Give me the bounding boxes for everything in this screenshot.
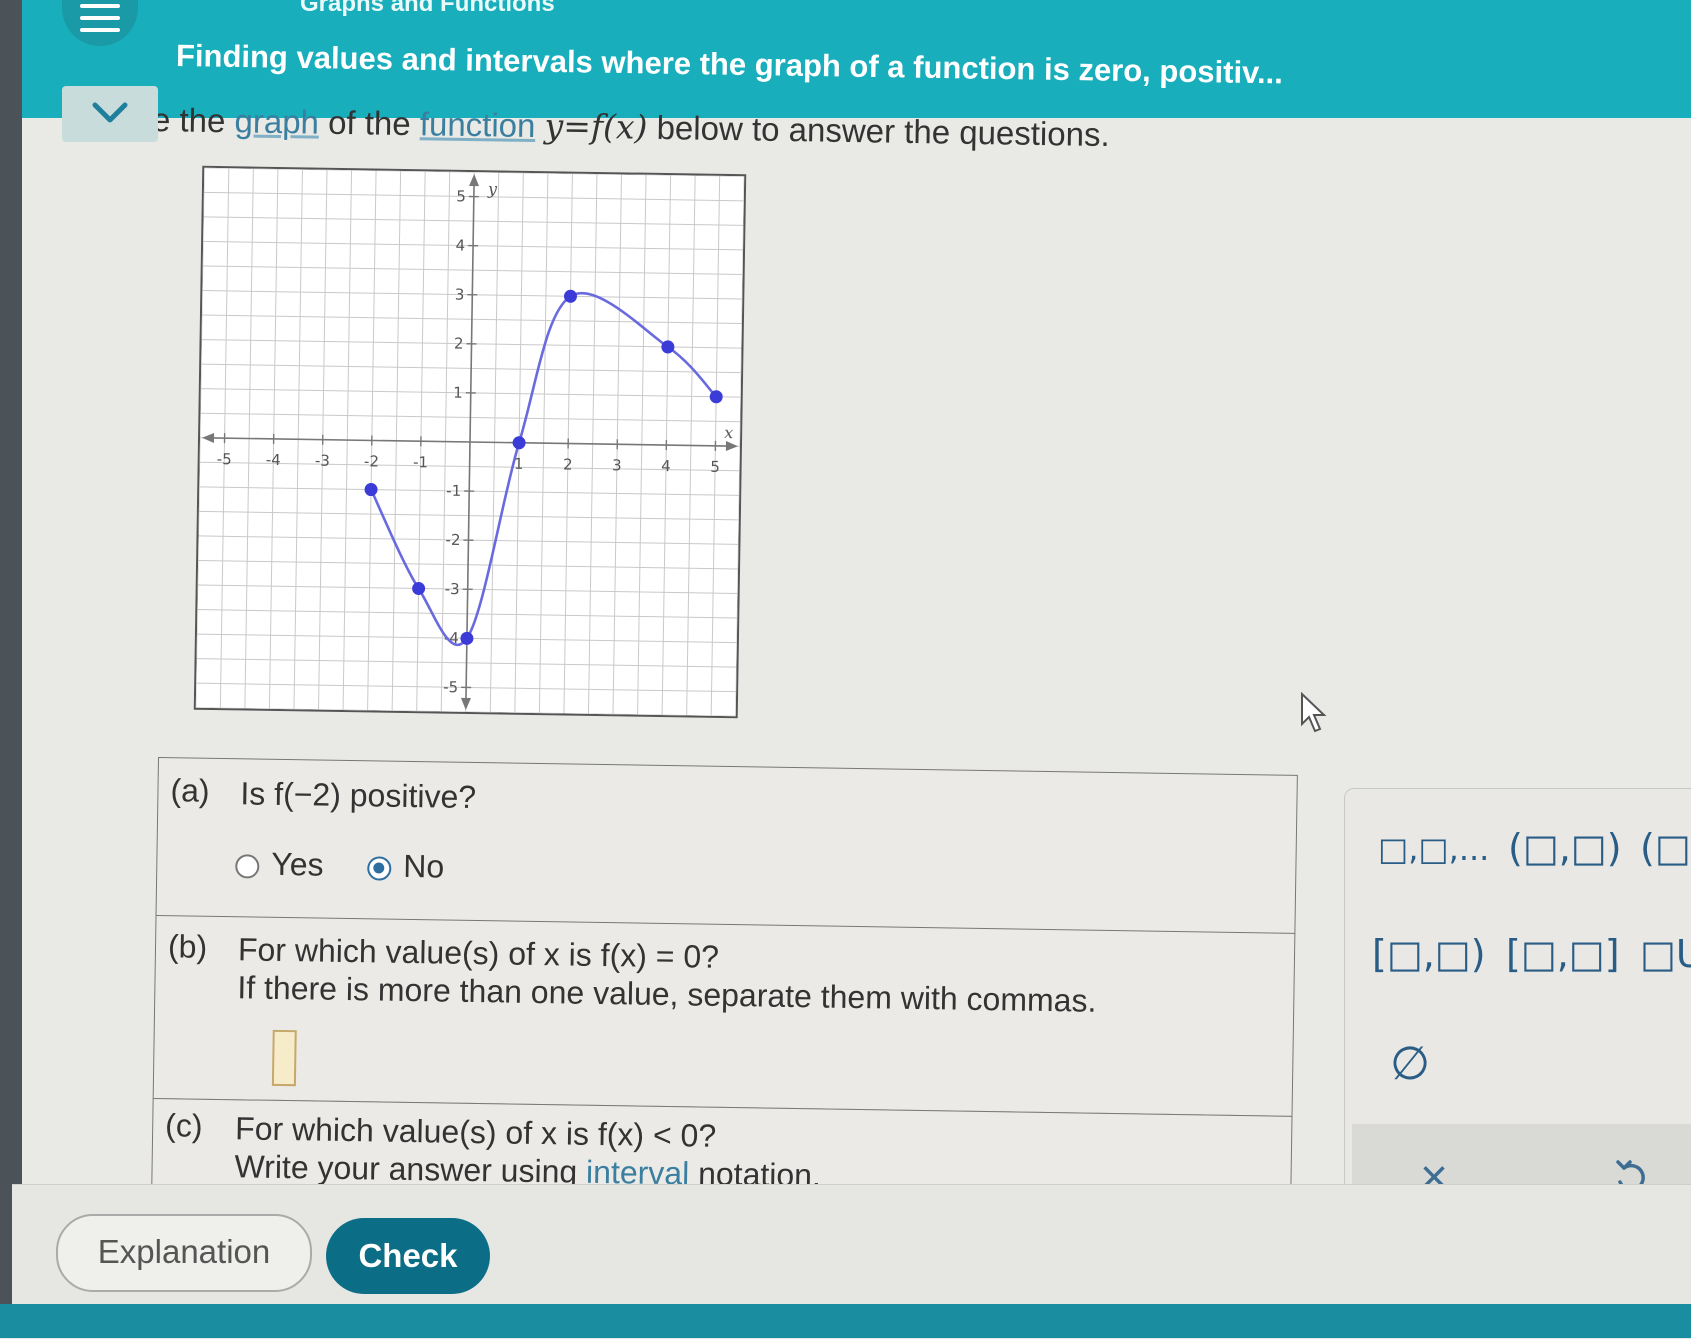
palette-open-interval-button[interactable]: (□,□): [1508, 826, 1622, 870]
y-tick-label: -3: [445, 580, 460, 598]
question-b: (b) For which value(s) of x is f(x) = 0?…: [153, 915, 1296, 1117]
y-axis-arrow-down: [461, 698, 471, 710]
bottom-strip: [0, 1304, 1691, 1338]
check-button[interactable]: Check: [326, 1218, 490, 1294]
palette-closed-open-button[interactable]: [□,□): [1372, 932, 1486, 976]
y-axis-arrow-up: [469, 174, 479, 186]
graph-point: [412, 582, 425, 595]
y-tick-label: -5: [443, 678, 458, 696]
palette-closed-interval-button[interactable]: [□,□]: [1506, 932, 1620, 976]
y-tick-label: 4: [455, 236, 465, 254]
question-a-options: Yes No: [235, 843, 444, 886]
y-tick-label: -1: [446, 482, 461, 500]
palette-list-button[interactable]: □,□,...: [1378, 830, 1489, 868]
x-axis-label: x: [724, 423, 733, 442]
explanation-button[interactable]: Explanation: [56, 1214, 312, 1292]
palette-open-partial-button[interactable]: (□,: [1640, 826, 1691, 870]
palette-union-button[interactable]: □U: [1640, 932, 1691, 976]
y-axis-label: y: [487, 179, 498, 198]
x-tick-label: -5: [217, 450, 232, 468]
y-tick-label: 5: [456, 187, 466, 205]
graph-point: [512, 436, 525, 449]
function-notation: y=f(x): [544, 106, 647, 147]
x-tick-label: 5: [710, 458, 720, 476]
question-a: (a) Is f(−2) positive? Yes No: [156, 757, 1298, 935]
y-tick-label: 3: [455, 285, 465, 303]
graph-svg: -5-4-3-2-11234554321-1-2-3-4-5xy: [196, 168, 744, 716]
x-tick-label: -2: [364, 452, 379, 470]
mouse-cursor-icon: [1300, 692, 1330, 734]
question-c-label: (c): [165, 1107, 203, 1145]
x-tick-label: -3: [315, 452, 330, 470]
answer-input-b[interactable]: [272, 1030, 297, 1086]
graph-link[interactable]: graph: [234, 102, 319, 140]
function-graph: -5-4-3-2-11234554321-1-2-3-4-5xy: [194, 166, 746, 718]
questions-table: (a) Is f(−2) positive? Yes No (b) For wh…: [151, 758, 1298, 1237]
graph-point: [364, 483, 377, 496]
window-left-edge: [0, 0, 22, 1338]
chevron-down-icon: [92, 98, 128, 128]
function-link[interactable]: function: [420, 105, 536, 144]
option-no[interactable]: No: [367, 847, 444, 884]
y-tick-label: 2: [454, 335, 464, 353]
radio-no-selected[interactable]: [367, 856, 391, 880]
radio-yes[interactable]: [235, 854, 259, 878]
x-tick-label: -4: [266, 451, 281, 469]
question-b-label: (b): [168, 928, 208, 966]
collapse-button[interactable]: [62, 86, 158, 142]
palette-empty-set-button[interactable]: ∅: [1390, 1036, 1430, 1090]
question-a-text: Is f(−2) positive?: [240, 773, 476, 817]
x-tick-label: 3: [612, 456, 622, 474]
y-tick-label: 1: [453, 384, 463, 402]
breadcrumb: Graphs and Functions: [300, 0, 555, 18]
option-yes[interactable]: Yes: [235, 845, 324, 882]
y-tick-label: -2: [445, 531, 460, 549]
x-tick-label: -1: [413, 453, 428, 471]
x-tick-label: 2: [563, 455, 573, 473]
x-axis-arrow-right: [726, 441, 738, 451]
x-axis-arrow-left: [202, 433, 214, 443]
question-a-label: (a): [170, 772, 210, 810]
x-tick-label: 4: [661, 457, 671, 475]
question-b-hint: If there is more than one value, separat…: [237, 967, 1097, 1020]
